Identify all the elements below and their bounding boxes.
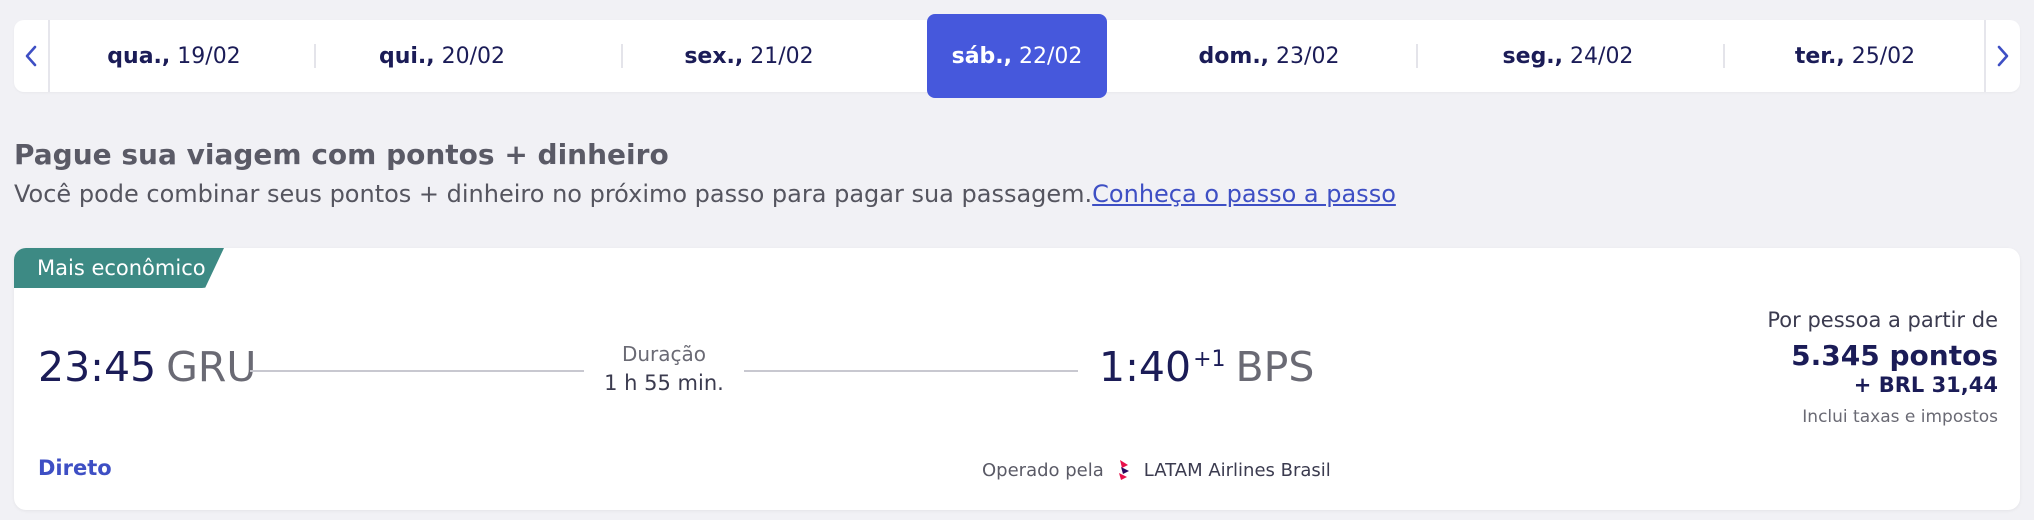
date-weekday: sáb., xyxy=(951,43,1012,69)
chevron-right-icon xyxy=(1997,45,2009,67)
date-option[interactable]: qua., 19/02 xyxy=(48,20,300,92)
date-day: 22/02 xyxy=(1019,43,1083,69)
arrival-day-offset: +1 xyxy=(1193,347,1226,373)
airline-name: LATAM Airlines Brasil xyxy=(1143,459,1331,481)
section-title: Pague sua viagem com pontos + dinheiro xyxy=(14,138,669,171)
duration-label: Duração xyxy=(621,342,707,366)
next-dates-button[interactable] xyxy=(1984,20,2020,92)
date-weekday: ter., xyxy=(1794,43,1845,69)
date-day: 25/02 xyxy=(1851,43,1916,69)
date-day: 19/02 xyxy=(177,43,241,69)
subtitle-text: Você pode combinar seus pontos + dinheir… xyxy=(14,180,1093,208)
price-cash: + BRL 31,44 xyxy=(1853,373,1998,397)
date-option[interactable]: ter., 25/02 xyxy=(1725,20,1985,92)
route-line xyxy=(250,370,584,372)
previous-dates-button[interactable] xyxy=(14,20,50,92)
operator-info: Operado pela LATAM Airlines Brasil xyxy=(982,458,1331,482)
departure-time: 23:45 xyxy=(38,343,157,391)
date-weekday: dom., xyxy=(1198,43,1270,69)
date-option[interactable]: dom., 23/02 xyxy=(1134,20,1404,92)
arrival-airport: BPS xyxy=(1235,343,1315,391)
arrival: 1:40+1 BPS xyxy=(1099,343,1314,391)
stops-link[interactable]: Direto xyxy=(38,456,112,480)
departure: 23:45 GRU xyxy=(38,343,256,391)
step-by-step-link[interactable]: Conheça o passo a passo xyxy=(1092,180,1396,208)
flight-card[interactable]: Mais econômico 23:45 GRU Duração 1 h 55 m… xyxy=(14,248,2020,510)
duration-value: 1 h 55 min. xyxy=(604,371,724,395)
departure-airport: GRU xyxy=(166,343,257,391)
date-weekday: qui., xyxy=(378,43,435,69)
taxes-note: Inclui taxas e impostos xyxy=(1802,407,1998,427)
arrival-time: 1:40 xyxy=(1099,343,1192,391)
date-day: 21/02 xyxy=(750,43,814,69)
operated-by-label: Operado pela xyxy=(982,459,1104,481)
chevron-left-icon xyxy=(25,45,37,67)
flight-duration: Duração 1 h 55 min. xyxy=(584,342,744,395)
date-option[interactable]: qui., 20/02 xyxy=(316,20,568,92)
section-subtitle: Você pode combinar seus pontos + dinheir… xyxy=(14,180,1396,208)
date-weekday: sex., xyxy=(684,43,744,69)
date-option[interactable]: sex., 21/02 xyxy=(623,20,875,92)
date-day: 23/02 xyxy=(1276,43,1340,69)
route-line xyxy=(744,370,1078,372)
date-option[interactable]: seg., 24/02 xyxy=(1418,20,1718,92)
cheapest-badge: Mais econômico xyxy=(14,248,224,288)
price-per-person-label: Por pessoa a partir de xyxy=(1767,308,1998,332)
price-points: 5.345 pontos xyxy=(1791,339,1998,372)
latam-logo-icon xyxy=(1118,460,1129,480)
date-day: 20/02 xyxy=(441,43,506,69)
date-option-selected[interactable]: sáb., 22/02 xyxy=(927,14,1107,98)
date-weekday: seg., xyxy=(1502,43,1564,69)
date-weekday: qua., xyxy=(107,43,171,69)
price-box: Por pessoa a partir de 5.345 pontos + BR… xyxy=(1767,308,1998,427)
date-carousel: qua., 19/02 qui., 20/02 sex., 21/02 sáb.… xyxy=(14,14,2020,98)
date-day: 24/02 xyxy=(1570,43,1634,69)
